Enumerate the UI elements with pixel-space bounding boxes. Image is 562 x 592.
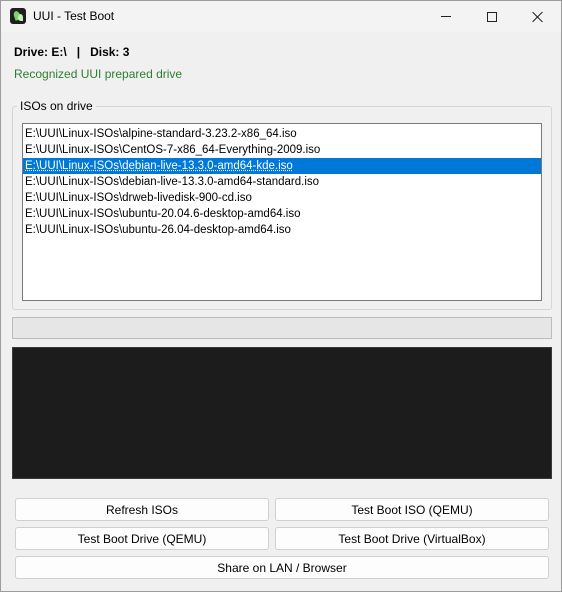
status-message: Recognized UUI prepared drive bbox=[14, 67, 183, 81]
iso-list-item[interactable]: E:\UUI\Linux-ISOs\ubuntu-20.04.6-desktop… bbox=[23, 206, 541, 222]
maximize-button[interactable] bbox=[469, 1, 515, 32]
disk-label: Disk: 3 bbox=[90, 45, 130, 59]
test-boot-drive-vbox-button[interactable]: Test Boot Drive (VirtualBox) bbox=[275, 527, 549, 550]
close-button[interactable] bbox=[515, 1, 561, 32]
app-window: UUI - Test Boot Drive: E:\ | Disk: 3 Rec… bbox=[0, 0, 562, 592]
iso-list-item[interactable]: E:\UUI\Linux-ISOs\debian-live-13.3.0-amd… bbox=[23, 158, 541, 174]
uui-leaf-icon bbox=[10, 8, 26, 24]
minimize-icon bbox=[441, 16, 451, 17]
iso-list-item[interactable]: E:\UUI\Linux-ISOs\drweb-livedisk-900-cd.… bbox=[23, 190, 541, 206]
iso-list-item[interactable]: E:\UUI\Linux-ISOs\alpine-standard-3.23.2… bbox=[23, 126, 541, 142]
iso-list-item[interactable]: E:\UUI\Linux-ISOs\CentOS-7-x86_64-Everyt… bbox=[23, 142, 541, 158]
drive-label: Drive: E:\ bbox=[14, 45, 67, 59]
minimize-button[interactable] bbox=[423, 1, 469, 32]
iso-listbox[interactable]: E:\UUI\Linux-ISOs\alpine-standard-3.23.2… bbox=[22, 123, 542, 301]
close-icon bbox=[532, 11, 544, 23]
iso-list-item[interactable]: E:\UUI\Linux-ISOs\ubuntu-26.04-desktop-a… bbox=[23, 222, 541, 238]
drive-info: Drive: E:\ | Disk: 3 bbox=[14, 45, 129, 59]
console-output[interactable] bbox=[12, 347, 552, 479]
iso-group-label: ISOs on drive bbox=[17, 99, 96, 113]
share-lan-button[interactable]: Share on LAN / Browser bbox=[15, 556, 549, 579]
maximize-icon bbox=[487, 11, 497, 22]
iso-list-item[interactable]: E:\UUI\Linux-ISOs\debian-live-13.3.0-amd… bbox=[23, 174, 541, 190]
progress-bar bbox=[12, 317, 552, 339]
test-boot-drive-qemu-button[interactable]: Test Boot Drive (QEMU) bbox=[15, 527, 269, 550]
refresh-isos-button[interactable]: Refresh ISOs bbox=[15, 498, 269, 521]
title-bar[interactable]: UUI - Test Boot bbox=[1, 1, 561, 32]
window-title: UUI - Test Boot bbox=[33, 9, 115, 23]
test-boot-iso-button[interactable]: Test Boot ISO (QEMU) bbox=[275, 498, 549, 521]
